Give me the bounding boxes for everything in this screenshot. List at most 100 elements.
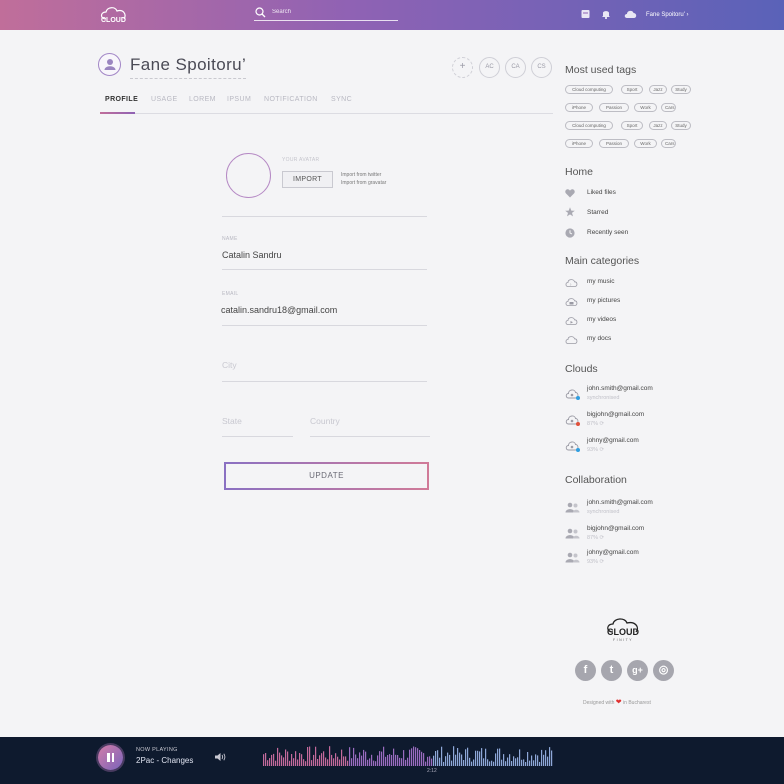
- tag[interactable]: Cloud computing: [565, 85, 613, 94]
- user-icon: [104, 59, 116, 70]
- twitter-icon[interactable]: t: [601, 660, 622, 681]
- home-item-starred[interactable]: Starred: [587, 209, 608, 216]
- waveform-bar: [407, 757, 409, 766]
- waveform-bar: [479, 751, 481, 766]
- pause-button[interactable]: [98, 745, 123, 770]
- tag[interactable]: Cars: [661, 139, 676, 148]
- category-my-pictures[interactable]: my pictures: [587, 297, 620, 304]
- status-dot: [576, 448, 580, 452]
- tag[interactable]: Cars: [661, 103, 676, 112]
- cloud-music-icon: ♪: [565, 279, 578, 287]
- tab-lorem[interactable]: LOREM: [189, 96, 216, 103]
- waveform-bar: [281, 755, 283, 766]
- search-bar[interactable]: [254, 6, 398, 21]
- facebook-icon[interactable]: f: [575, 660, 596, 681]
- cloud-account-email[interactable]: johny@gmail.com: [587, 437, 639, 444]
- collaborator-email[interactable]: john.smith@gmail.com: [587, 499, 653, 506]
- waveform-bar: [327, 759, 329, 766]
- city-field[interactable]: City: [222, 360, 237, 370]
- bell-icon[interactable]: [601, 9, 611, 19]
- waveform-bar: [549, 747, 551, 766]
- home-item-recently-seen[interactable]: Recently seen: [587, 229, 628, 236]
- designed-with-note: Designed with ❤ in Bucharest: [583, 698, 651, 706]
- waveform-bar: [467, 747, 469, 766]
- tag[interactable]: Cloud computing: [565, 121, 613, 130]
- collaborator-email[interactable]: bigjohn@gmail.com: [587, 525, 644, 532]
- tag[interactable]: Work: [634, 103, 657, 112]
- cloud-account-email[interactable]: bigjohn@gmail.com: [587, 411, 644, 418]
- import-button[interactable]: IMPORT: [282, 171, 333, 188]
- google-plus-icon[interactable]: g+: [627, 660, 648, 681]
- footer-logo-subtext: FINITY: [613, 638, 633, 642]
- waveform-bar: [349, 747, 351, 766]
- waveform-seekbar[interactable]: [263, 744, 553, 766]
- user-menu[interactable]: Fane Spoitoru' ›: [646, 12, 689, 18]
- tag[interactable]: iPhone: [565, 103, 593, 112]
- waveform-bar: [341, 749, 343, 766]
- tab-sync[interactable]: SYNC: [331, 96, 352, 103]
- tag[interactable]: Sport: [621, 85, 643, 94]
- country-field[interactable]: Country: [310, 416, 340, 426]
- update-button[interactable]: UPDATE: [224, 462, 429, 490]
- category-my-music[interactable]: my music: [587, 278, 614, 285]
- tab-usage[interactable]: USAGE: [151, 96, 178, 103]
- avatar-preview[interactable]: [226, 153, 271, 198]
- waveform-bar: [441, 746, 443, 766]
- volume-icon[interactable]: [215, 752, 227, 762]
- category-my-videos[interactable]: my videos: [587, 316, 616, 323]
- name-field[interactable]: Catalin Sandru: [222, 250, 282, 260]
- waveform-bar: [443, 761, 445, 766]
- waveform-bar: [551, 750, 553, 766]
- tag[interactable]: Jazz: [649, 121, 667, 130]
- state-field[interactable]: State: [222, 416, 242, 426]
- collaborator-email[interactable]: johny@gmail.com: [587, 549, 639, 556]
- home-item-liked-files[interactable]: Liked files: [587, 189, 616, 196]
- collaborator-avatar[interactable]: CS: [531, 57, 552, 78]
- state-underline: [222, 436, 293, 437]
- tag[interactable]: Work: [634, 139, 657, 148]
- waveform-bar: [439, 757, 441, 766]
- tag[interactable]: Study: [671, 121, 691, 130]
- waveform-bar: [301, 754, 303, 766]
- add-collaborator-button[interactable]: +: [452, 57, 473, 78]
- waveform-bar: [277, 747, 279, 766]
- waveform-bar: [321, 753, 323, 766]
- category-my-docs[interactable]: my docs: [587, 335, 611, 342]
- cloud-account-email[interactable]: john.smith@gmail.com: [587, 385, 653, 392]
- logo[interactable]: CLOUD: [98, 6, 132, 24]
- waveform-bar: [525, 762, 527, 766]
- tab-notification[interactable]: NOTIFICATION: [264, 96, 318, 103]
- waveform-bar: [351, 758, 353, 766]
- cloud-icon[interactable]: [624, 9, 637, 19]
- tag[interactable]: Jazz: [649, 85, 667, 94]
- search-input[interactable]: [272, 9, 392, 15]
- tag[interactable]: Study: [671, 85, 691, 94]
- collaborator-avatar[interactable]: AC: [479, 57, 500, 78]
- waveform-bar: [313, 754, 315, 766]
- tab-ipsum[interactable]: IPSUM: [227, 96, 251, 103]
- waveform-bar: [497, 748, 499, 766]
- waveform-bar: [355, 754, 357, 766]
- waveform-bar: [417, 748, 419, 766]
- import-gravatar-link[interactable]: Import from gravatar: [341, 180, 386, 186]
- tag[interactable]: iPhone: [565, 139, 593, 148]
- waveform-bar: [337, 756, 339, 766]
- tab-profile[interactable]: PROFILE: [105, 96, 138, 103]
- inbox-icon[interactable]: [581, 9, 590, 19]
- tag[interactable]: Passion: [599, 139, 629, 148]
- waveform-bar: [323, 751, 325, 766]
- collaborator-avatar[interactable]: CA: [505, 57, 526, 78]
- waveform-bar: [381, 751, 383, 766]
- waveform-bar: [469, 757, 471, 766]
- waveform-bar: [529, 760, 531, 766]
- import-twitter-link[interactable]: Import from twitter: [341, 172, 381, 178]
- heart-icon: [565, 189, 575, 198]
- email-field[interactable]: catalin.sandru18@gmail.com: [221, 305, 337, 315]
- tag[interactable]: Passion: [599, 103, 629, 112]
- waveform-bar: [403, 750, 405, 766]
- profile-avatar[interactable]: [98, 53, 121, 76]
- tag[interactable]: Sport: [621, 121, 643, 130]
- waveform-bar: [545, 750, 547, 766]
- instagram-icon[interactable]: ◎: [653, 660, 674, 681]
- waveform-bar: [395, 754, 397, 766]
